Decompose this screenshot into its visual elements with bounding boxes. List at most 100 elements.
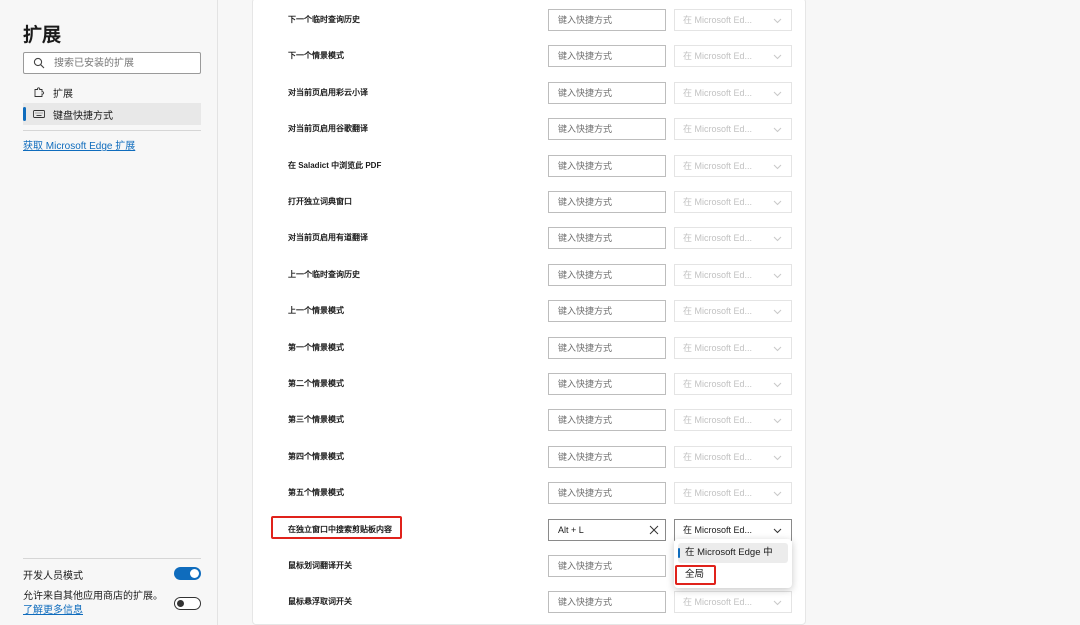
shortcut-row: 在 Saladict 中浏览此 PDF 键入快捷方式 在 Microsoft Ed.…: [253, 155, 807, 177]
shortcut-row: 第二个情景模式 键入快捷方式 在 Microsoft Ed...: [253, 373, 807, 395]
shortcut-input[interactable]: 键入快捷方式: [548, 82, 666, 104]
sidebar-item-extensions[interactable]: 扩展: [23, 81, 201, 103]
shortcut-placeholder: 键入快捷方式: [558, 415, 613, 425]
chevron-down-icon: [773, 127, 782, 133]
keyboard-icon: [33, 108, 45, 120]
shortcut-placeholder: 键入快捷方式: [558, 488, 613, 498]
shortcut-input[interactable]: 键入快捷方式: [548, 9, 666, 31]
shortcut-placeholder: 键入快捷方式: [558, 452, 613, 462]
get-extensions-link[interactable]: 获取 Microsoft Edge 扩展: [23, 137, 135, 152]
shortcut-input[interactable]: 键入快捷方式: [548, 409, 666, 431]
chevron-down-icon: [773, 236, 782, 242]
developer-mode-label: 开发人员模式: [23, 571, 83, 582]
scope-select: 在 Microsoft Ed...: [674, 591, 792, 613]
shortcut-row: 鼠标悬浮取词开关 键入快捷方式 在 Microsoft Ed...: [253, 591, 807, 613]
shortcut-input[interactable]: 键入快捷方式: [548, 155, 666, 177]
scope-value: 在 Microsoft Ed...: [683, 415, 753, 425]
scope-value: 在 Microsoft Ed...: [683, 597, 753, 607]
divider: [23, 130, 201, 131]
shortcut-input[interactable]: 键入快捷方式: [548, 191, 666, 213]
scope-value: 在 Microsoft Ed...: [683, 379, 753, 389]
shortcut-input[interactable]: 键入快捷方式: [548, 482, 666, 504]
shortcut-row: 下一个临时查询历史 键入快捷方式 在 Microsoft Ed...: [253, 9, 807, 31]
shortcut-label: 鼠标悬浮取词开关: [288, 597, 352, 606]
chevron-down-icon: [773, 491, 782, 497]
scope-option-in-edge[interactable]: 在 Microsoft Edge 中: [678, 543, 788, 563]
shortcut-input[interactable]: 键入快捷方式: [548, 227, 666, 249]
shortcut-input[interactable]: 键入快捷方式: [548, 373, 666, 395]
scope-select: 在 Microsoft Ed...: [674, 409, 792, 431]
scope-value: 在 Microsoft Ed...: [683, 161, 753, 171]
shortcut-input[interactable]: 键入快捷方式: [548, 264, 666, 286]
chevron-down-icon: [773, 91, 782, 97]
scope-select: 在 Microsoft Ed...: [674, 264, 792, 286]
shortcut-placeholder: 键入快捷方式: [558, 379, 613, 389]
allow-other-stores-label: 允许来自其他应用商店的扩展。了解更多信息: [23, 590, 168, 618]
chevron-down-icon: [773, 600, 782, 606]
chevron-down-icon: [773, 418, 782, 424]
chevron-down-icon: [773, 54, 782, 60]
shortcut-row: 第三个情景模式 键入快捷方式 在 Microsoft Ed...: [253, 409, 807, 431]
shortcut-placeholder: 键入快捷方式: [558, 561, 613, 571]
developer-mode-toggle[interactable]: [174, 567, 201, 580]
scope-select: 在 Microsoft Ed...: [674, 446, 792, 468]
learn-more-link[interactable]: 了解更多信息: [23, 605, 83, 616]
highlight-annotation: [675, 565, 716, 585]
shortcut-label: 对当前页启用谷歌翻译: [288, 124, 368, 133]
scope-select: 在 Microsoft Ed...: [674, 155, 792, 177]
shortcut-placeholder: 键入快捷方式: [558, 597, 613, 607]
chevron-down-icon: [773, 309, 782, 315]
scope-value: 在 Microsoft Ed...: [683, 270, 753, 280]
shortcut-input[interactable]: 键入快捷方式: [548, 446, 666, 468]
sidebar-item-label: 键盘快捷方式: [53, 110, 113, 122]
clear-icon[interactable]: [649, 525, 659, 535]
shortcut-input[interactable]: 键入快捷方式: [548, 591, 666, 613]
scope-select: 在 Microsoft Ed...: [674, 482, 792, 504]
shortcut-row: 打开独立词典窗口 键入快捷方式 在 Microsoft Ed...: [253, 191, 807, 213]
shortcut-placeholder: 键入快捷方式: [558, 124, 613, 134]
scope-select: 在 Microsoft Ed...: [674, 82, 792, 104]
shortcut-placeholder: 键入快捷方式: [558, 161, 613, 171]
shortcut-placeholder: 键入快捷方式: [558, 197, 613, 207]
shortcut-label: 第四个情景模式: [288, 452, 344, 461]
puzzle-icon: [33, 86, 45, 98]
page-title: 扩展: [23, 25, 62, 46]
shortcut-input[interactable]: Alt + L: [548, 519, 666, 541]
shortcut-input[interactable]: 键入快捷方式: [548, 300, 666, 322]
shortcut-label: 上一个临时查询历史: [288, 270, 360, 279]
chevron-down-icon: [773, 164, 782, 170]
shortcut-label: 上一个情景模式: [288, 306, 344, 315]
shortcut-input[interactable]: 键入快捷方式: [548, 555, 666, 577]
shortcut-row: 第一个情景模式 键入快捷方式 在 Microsoft Ed...: [253, 337, 807, 359]
shortcut-label: 对当前页启用彩云小译: [288, 88, 368, 97]
shortcut-row: 上一个临时查询历史 键入快捷方式 在 Microsoft Ed...: [253, 264, 807, 286]
shortcut-placeholder: 键入快捷方式: [558, 270, 613, 280]
scope-select: 在 Microsoft Ed...: [674, 227, 792, 249]
shortcut-input[interactable]: 键入快捷方式: [548, 118, 666, 140]
scope-select: 在 Microsoft Ed...: [674, 373, 792, 395]
shortcut-row: 对当前页启用有道翻译 键入快捷方式 在 Microsoft Ed...: [253, 227, 807, 249]
shortcut-input[interactable]: 键入快捷方式: [548, 45, 666, 67]
allow-other-stores-toggle[interactable]: [174, 597, 201, 610]
scope-value: 在 Microsoft Ed...: [683, 233, 753, 243]
shortcut-label: 对当前页启用有道翻译: [288, 233, 368, 242]
scope-value: 在 Microsoft Ed...: [683, 306, 753, 316]
shortcut-input[interactable]: 键入快捷方式: [548, 337, 666, 359]
sidebar-item-keyboard-shortcuts[interactable]: 键盘快捷方式: [23, 103, 201, 125]
scope-select: 在 Microsoft Ed...: [674, 191, 792, 213]
shortcut-row: 下一个情景模式 键入快捷方式 在 Microsoft Ed...: [253, 45, 807, 67]
scope-select[interactable]: 在 Microsoft Ed...: [674, 519, 792, 541]
chevron-down-icon: [773, 273, 782, 279]
shortcut-placeholder: 键入快捷方式: [558, 15, 613, 25]
highlight-annotation: [271, 516, 402, 539]
shortcut-placeholder: 键入快捷方式: [558, 343, 613, 353]
shortcut-label: 在 Saladict 中浏览此 PDF: [288, 161, 382, 170]
search-box[interactable]: [23, 52, 201, 74]
scope-value: 在 Microsoft Ed...: [683, 452, 753, 462]
chevron-down-icon: [773, 200, 782, 206]
search-input[interactable]: [54, 55, 194, 71]
shortcut-row: 第五个情景模式 键入快捷方式 在 Microsoft Ed...: [253, 482, 807, 504]
chevron-down-icon: [773, 455, 782, 461]
shortcut-placeholder: 键入快捷方式: [558, 51, 613, 61]
shortcut-row: 对当前页启用谷歌翻译 键入快捷方式 在 Microsoft Ed...: [253, 118, 807, 140]
